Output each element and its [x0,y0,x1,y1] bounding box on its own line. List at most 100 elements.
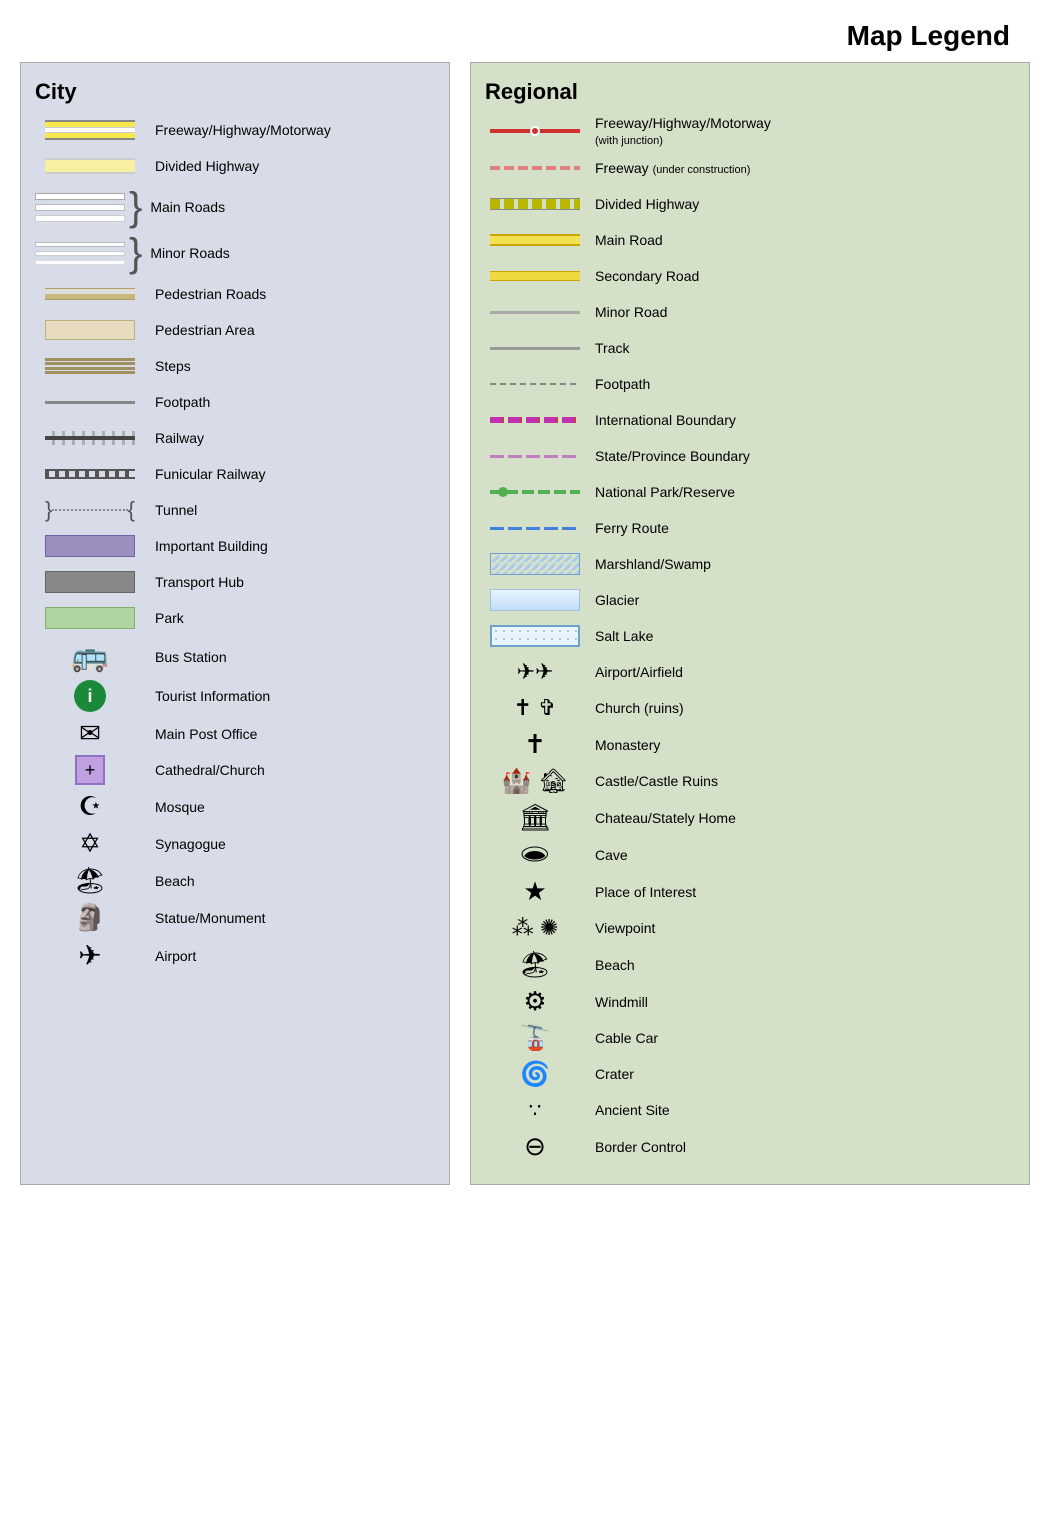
star-of-david-icon: ✡ [79,828,101,859]
main-roads-label: Main Roads [146,199,225,215]
ped-area-label: Pedestrian Area [145,322,435,338]
reg-beach-symbol: 🏖 [485,949,585,980]
tunnel-label: Tunnel [145,502,435,518]
city-heading: City [35,79,435,105]
reg-saltlake-symbol [485,625,585,647]
list-item: } { Tunnel [35,495,435,525]
ped-area-symbol [35,320,145,340]
footpath-label: Footpath [145,394,435,410]
cablecar-icon: 🚡 [520,1024,550,1053]
reg-chateau-label: Chateau/Stately Home [585,810,1015,826]
list-item: 🗿 Statue/Monument [35,902,435,933]
reg-crater-label: Crater [585,1066,1015,1082]
reg-intl-boundary-label: International Boundary [585,412,1015,428]
reg-cave-symbol: 🕳 [485,839,585,870]
list-item: Marshland/Swamp [485,549,1015,579]
reg-airport-symbol: ✈✈ [485,659,585,685]
reg-glacier-symbol [485,589,585,611]
info-icon: i [74,680,106,712]
star-icon: ★ [523,876,546,907]
list-item: Steps [35,351,435,381]
reg-state-boundary-label: State/Province Boundary [585,448,1015,464]
tunnel-symbol: } { [35,500,145,520]
list-item: 🚌 Bus Station [35,639,435,674]
list-item: 🏖 Beach [485,949,1015,980]
reg-secroad-symbol [485,271,585,281]
statue-label: Statue/Monument [145,910,435,926]
list-item: 🌀 Crater [485,1059,1015,1089]
main-roads-symbol [35,189,125,226]
minor-roads-symbol [35,238,125,269]
list-item: ⁂ ✺ Viewpoint [485,913,1015,943]
reg-freeway-uc-label: Freeway (under construction) [585,160,1015,176]
reg-footpath-symbol [485,383,585,385]
reg-footpath-label: Footpath [585,376,1015,392]
mosque-symbol: ☪ [35,791,145,822]
statue-icon: 🗿 [74,902,106,933]
reg-windmill-label: Windmill [585,994,1015,1010]
list-item: Salt Lake [485,621,1015,651]
airport-city-label: Airport [145,948,435,964]
park-symbol [35,607,145,629]
transport-hub-symbol [35,571,145,593]
list-item: ✈✈ Airport/Airfield [485,657,1015,687]
list-item: 🏰 🏚 Castle/Castle Ruins [485,766,1015,796]
reg-church-symbol: ✝ ✞ [485,695,585,721]
reg-cablecar-symbol: 🚡 [485,1024,585,1053]
church-icon: + [75,755,105,785]
reg-beach-label: Beach [585,957,1015,973]
reg-marshland-label: Marshland/Swamp [585,556,1015,572]
reg-border-symbol: ⊖ [485,1131,585,1162]
list-item: + Cathedral/Church [35,755,435,785]
main-roads-brace: } [129,187,142,227]
reg-ferry-label: Ferry Route [585,520,1015,536]
freeway-symbol [35,120,145,140]
reg-track-label: Track [585,340,1015,356]
reg-castle-symbol: 🏰 🏚 [485,767,585,796]
list-item: Footpath [485,369,1015,399]
ped-roads-symbol [35,288,145,300]
reg-mainroad-label: Main Road [585,232,1015,248]
beach-city-icon: 🏖 [73,865,106,896]
list-item: Divided Highway [35,151,435,181]
reg-monastery-label: Monastery [585,737,1015,753]
beach-city-label: Beach [145,873,435,889]
reg-divhwy-symbol [485,198,585,210]
list-item: ☪ Mosque [35,791,435,822]
cave-icon: 🕳 [518,839,551,870]
list-item: State/Province Boundary [485,441,1015,471]
reg-ancient-label: Ancient Site [585,1102,1015,1118]
reg-minroad-symbol [485,311,585,314]
reg-monastery-symbol: ✝ [485,729,585,760]
reg-natpark-symbol [485,484,585,500]
list-item: Transport Hub [35,567,435,597]
reg-airport-label: Airport/Airfield [585,664,1015,680]
list-item: 🕳 Cave [485,839,1015,870]
reg-place-interest-symbol: ★ [485,876,585,907]
mail-icon: ✉ [79,718,101,749]
reg-divhwy-label: Divided Highway [585,196,1015,212]
post-office-label: Main Post Office [145,726,435,742]
steps-symbol [35,357,145,375]
funicular-symbol [35,469,145,479]
beach-city-symbol: 🏖 [35,865,145,896]
list-item: International Boundary [485,405,1015,435]
cathedral-label: Cathedral/Church [145,762,435,778]
crater-icon: 🌀 [520,1060,550,1089]
airplane-icon: ✈✈ [517,659,554,685]
important-bldg-symbol [35,535,145,557]
reg-cave-label: Cave [585,847,1015,863]
list-item: ★ Place of Interest [485,876,1015,907]
list-item: 🏛 Chateau/Stately Home [485,802,1015,833]
reg-intl-boundary-symbol [485,417,585,423]
ancient-icon: ∵ [529,1098,542,1123]
list-item: Glacier [485,585,1015,615]
list-item: Freeway/Highway/Motorway(with junction) [485,115,1015,147]
park-label: Park [145,610,435,626]
list-item: Secondary Road [485,261,1015,291]
divided-hwy-symbol [35,158,145,174]
list-item: Railway [35,423,435,453]
list-item: Park [35,603,435,633]
reg-freeway-uc-symbol [485,166,585,170]
chateau-icon: 🏛 [518,802,551,833]
